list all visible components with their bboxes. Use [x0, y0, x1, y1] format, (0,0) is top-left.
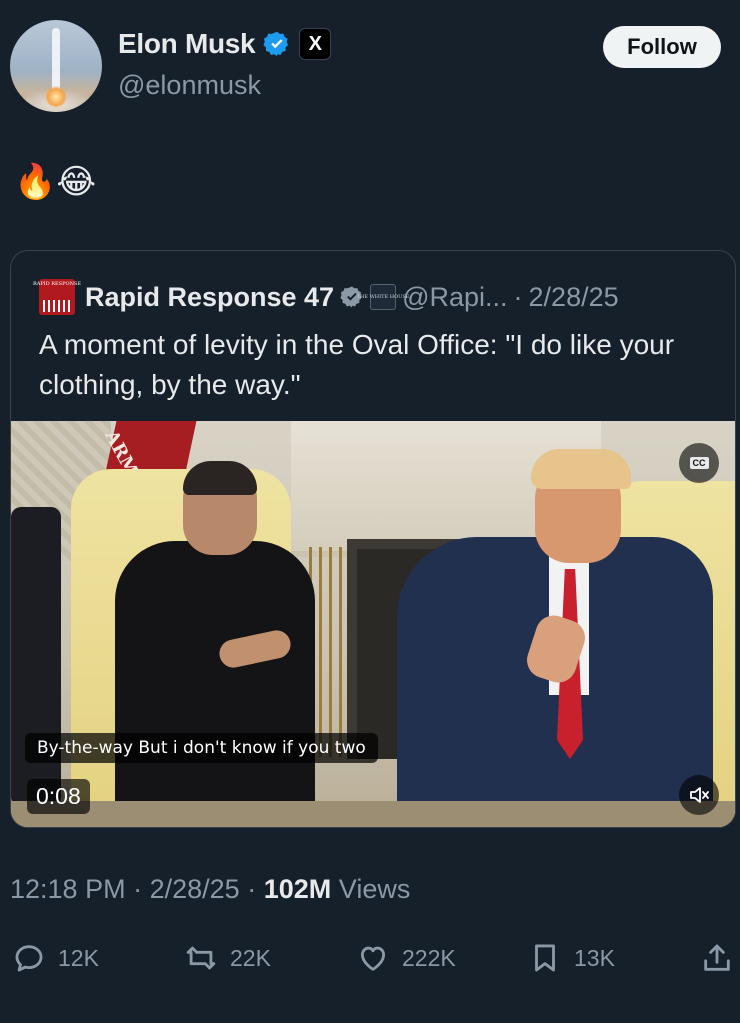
- cc-icon[interactable]: CC: [679, 443, 719, 483]
- quoted-avatar-pillars: [43, 300, 71, 312]
- post-text: 🔥😂: [14, 162, 97, 202]
- quoted-post-text: A moment of levity in the Oval Office: "…: [39, 329, 675, 400]
- cc-label: CC: [689, 457, 709, 469]
- quoted-affiliate-badge[interactable]: THE WHITE HOUSE: [357, 284, 409, 310]
- avatar-rocket: [52, 28, 60, 90]
- quoted-post-card[interactable]: RAPID RESPONSE Rapid Response 47 THE WHI…: [10, 250, 736, 828]
- repost-count: 22K: [230, 944, 271, 971]
- share-button[interactable]: [700, 936, 734, 980]
- like-icon: [360, 946, 386, 971]
- quoted-post-header: RAPID RESPONSE Rapid Response 47 THE WHI…: [33, 279, 619, 315]
- affiliate-badge[interactable]: X: [299, 28, 332, 60]
- author-name-row: Elon Musk X: [118, 28, 332, 60]
- reply-icon: [15, 945, 43, 972]
- like-count: 222K: [402, 944, 456, 971]
- video-timestamp: 0:08: [27, 779, 90, 814]
- share-icon: [704, 944, 730, 971]
- meta-separator: ·: [133, 874, 143, 904]
- bookmark-icon: [535, 944, 555, 972]
- author-avatar[interactable]: [10, 20, 102, 112]
- bookmark-count: 13K: [574, 944, 615, 971]
- video-floor: [11, 801, 735, 827]
- post-meta: 12:18 PM · 2/28/25 · 102M Views: [10, 874, 410, 905]
- avatar-flame: [46, 86, 66, 108]
- quoted-avatar[interactable]: RAPID RESPONSE: [33, 279, 81, 315]
- mute-icon[interactable]: [679, 775, 719, 815]
- quoted-author-name[interactable]: Rapid Response 47: [85, 282, 334, 313]
- video-caption: By-the-way But i don't know if you two: [25, 733, 378, 763]
- quoted-handle[interactable]: @Rapi...: [402, 282, 507, 313]
- bookmark-button[interactable]: 13K: [528, 936, 615, 980]
- verified-icon: [263, 31, 289, 57]
- follow-button[interactable]: Follow: [603, 26, 721, 68]
- post-date[interactable]: 2/28/25: [150, 874, 240, 904]
- repost-icon: [186, 946, 216, 970]
- post-time[interactable]: 12:18 PM: [10, 874, 126, 904]
- quoted-avatar-text: RAPID RESPONSE: [32, 281, 82, 287]
- video-person-right-hair: [531, 449, 631, 489]
- author-handle[interactable]: @elonmusk: [118, 70, 261, 101]
- video-player[interactable]: ARM CC By-the-way But i don't know if yo…: [11, 421, 735, 827]
- meta-separator: ·: [247, 874, 257, 904]
- views-label: Views: [338, 874, 411, 904]
- reply-count: 12K: [58, 944, 99, 971]
- quoted-separator: ·: [513, 281, 523, 312]
- video-person-left-body: [115, 541, 315, 827]
- views-count: 102M: [263, 874, 332, 904]
- reply-button[interactable]: 12K: [12, 936, 99, 980]
- like-button[interactable]: 222K: [356, 936, 456, 980]
- video-fire-tools: [309, 547, 349, 757]
- speaker-muted-icon: [690, 787, 709, 803]
- repost-button[interactable]: 22K: [184, 936, 271, 980]
- quoted-date[interactable]: 2/28/25: [529, 282, 619, 313]
- action-bar: 12K 22K 222K 13K: [0, 936, 740, 980]
- video-person-left-hair: [183, 461, 257, 495]
- author-name[interactable]: Elon Musk: [118, 28, 256, 60]
